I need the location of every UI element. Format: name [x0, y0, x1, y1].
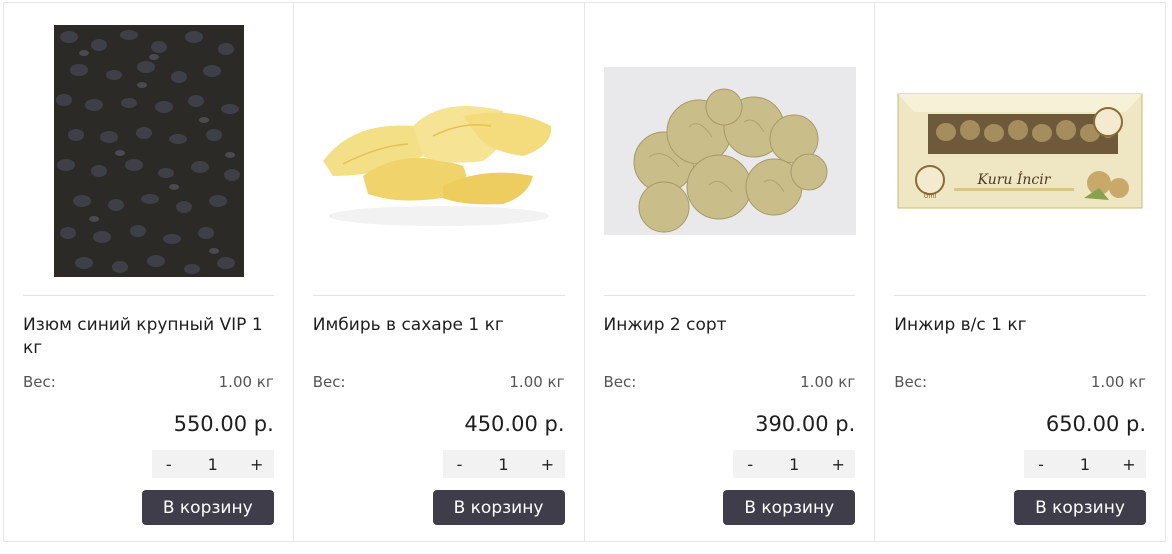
weight-row: Вес: 1.00 кг [604, 373, 856, 391]
brand-name: Kuru İncir [977, 170, 1052, 188]
weight-row: Вес: 1.00 кг [23, 373, 274, 391]
product-grid: Изюм синий крупный VIP 1 кг Вес: 1.00 кг… [3, 2, 1166, 542]
product-image-link[interactable] [312, 15, 565, 287]
add-to-cart-button[interactable]: В корзину [432, 490, 565, 525]
decrease-button[interactable]: - [152, 455, 186, 474]
weight-value: 1.00 кг [800, 373, 856, 391]
product-card: Örnl Kuru İncir Инжир в/с 1 кг Вес: 1.00… [875, 3, 1166, 541]
brand-seal-icon [1093, 107, 1124, 137]
candied-ginger-image [312, 66, 565, 236]
weight-label: Вес: [894, 373, 928, 391]
weight-row: Вес: 1.00 кг [313, 373, 565, 391]
quantity-input[interactable]: 1 [774, 455, 814, 474]
quantity-input[interactable]: 1 [484, 455, 524, 474]
increase-button[interactable]: + [821, 455, 855, 474]
card-divider [603, 295, 856, 296]
increase-button[interactable]: + [1112, 455, 1146, 474]
weight-value: 1.00 кг [509, 373, 565, 391]
add-to-cart-button[interactable]: В корзину [141, 490, 274, 525]
product-card: Изюм синий крупный VIP 1 кг Вес: 1.00 кг… [3, 3, 294, 541]
card-divider [23, 295, 274, 296]
card-divider [894, 295, 1146, 296]
product-price: 650.00 р. [1045, 412, 1146, 436]
product-price: 390.00 р. [755, 412, 856, 436]
product-image-link[interactable] [603, 15, 856, 287]
product-image-link[interactable] [23, 15, 275, 287]
product-title[interactable]: Изюм синий крупный VIP 1 кг [23, 314, 274, 360]
product-card: Инжир 2 сорт Вес: 1.00 кг 390.00 р. - 1 … [585, 3, 876, 541]
fig-box-image: Örnl Kuru İncir [897, 93, 1143, 209]
decrease-button[interactable]: - [733, 455, 767, 474]
weight-label: Вес: [603, 373, 637, 391]
quantity-stepper: - 1 + [1024, 450, 1146, 478]
add-to-cart-button[interactable]: В корзину [723, 490, 856, 525]
weight-value: 1.00 кг [218, 373, 274, 391]
weight-label: Вес: [23, 373, 56, 391]
product-title[interactable]: Имбирь в сахаре 1 кг [313, 314, 565, 337]
product-title[interactable]: Инжир 2 сорт [604, 314, 856, 337]
weight-label: Вес: [312, 373, 346, 391]
decrease-button[interactable]: - [1024, 455, 1058, 474]
card-divider [312, 295, 565, 296]
increase-button[interactable]: + [531, 455, 565, 474]
quantity-stepper: - 1 + [733, 450, 856, 478]
product-price: 450.00 р. [464, 412, 565, 436]
weight-row: Вес: 1.00 кг [894, 373, 1146, 391]
quantity-input[interactable]: 1 [1065, 455, 1105, 474]
decrease-button[interactable]: - [443, 455, 477, 474]
quantity-stepper: - 1 + [151, 450, 274, 478]
quantity-stepper: - 1 + [442, 450, 565, 478]
raisins-image [54, 25, 244, 277]
product-card: Имбирь в сахаре 1 кг Вес: 1.00 кг 450.00… [294, 3, 585, 541]
product-price: 550.00 р. [173, 412, 274, 436]
increase-button[interactable]: + [240, 455, 274, 474]
weight-value: 1.00 кг [1090, 373, 1146, 391]
product-image-link[interactable]: Örnl Kuru İncir [894, 15, 1146, 287]
brand-seal-text: Örnl [924, 193, 937, 200]
product-title[interactable]: Инжир в/с 1 кг [894, 314, 1146, 337]
dried-figs-image [603, 67, 856, 235]
quantity-input[interactable]: 1 [193, 455, 233, 474]
add-to-cart-button[interactable]: В корзину [1014, 490, 1146, 525]
